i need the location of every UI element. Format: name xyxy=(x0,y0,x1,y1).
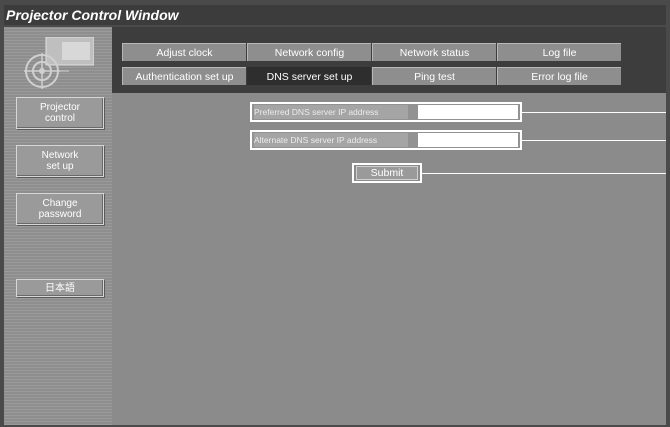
network-setup-button[interactable]: Network set up xyxy=(16,145,104,177)
projector-control-button[interactable]: Projector control xyxy=(16,97,104,129)
preferred-dns-label: Preferred DNS server IP address xyxy=(254,105,408,119)
projector-logo-icon xyxy=(24,37,94,89)
alternate-dns-input[interactable] xyxy=(418,133,518,147)
tab-log-file[interactable]: Log file xyxy=(497,43,621,61)
change-password-button[interactable]: Change password xyxy=(16,193,104,225)
tab-dns-server-setup[interactable]: DNS server set up xyxy=(247,67,371,85)
window-title: Projector Control Window xyxy=(4,5,666,25)
label-line-1: Projector xyxy=(39,102,80,113)
main-panel: Adjust clock Network config Network stat… xyxy=(112,27,666,425)
tab-ping-test[interactable]: Ping test xyxy=(372,67,496,85)
alternate-dns-label: Alternate DNS server IP address xyxy=(254,133,408,147)
alternate-dns-row: Alternate DNS server IP address xyxy=(250,130,522,150)
projector-control-label: Projector control xyxy=(40,102,80,124)
tab-authentication-setup[interactable]: Authentication set up xyxy=(122,67,246,85)
submit-button[interactable]: Submit xyxy=(356,166,418,180)
callout-line-submit xyxy=(422,173,666,174)
label-line-1: Network xyxy=(41,150,79,161)
tab-error-log-file[interactable]: Error log file xyxy=(497,67,621,85)
sidebar: Projector control Network set up Change … xyxy=(4,27,112,425)
japanese-language-button[interactable]: 日本語 xyxy=(16,279,104,297)
submit-highlight: Submit xyxy=(352,163,422,183)
tab-bar: Adjust clock Network config Network stat… xyxy=(112,27,666,93)
label-line-2: password xyxy=(38,209,82,220)
preferred-dns-row: Preferred DNS server IP address xyxy=(250,102,522,122)
change-password-label: Change password xyxy=(39,198,82,220)
projector-window: Projector Control Window Projector contr… xyxy=(0,0,670,427)
tab-adjust-clock[interactable]: Adjust clock xyxy=(122,43,246,61)
tab-network-config[interactable]: Network config xyxy=(247,43,371,61)
label-line-1: Change xyxy=(42,198,78,209)
japanese-language-label: 日本語 xyxy=(45,282,75,294)
dns-settings-content: Preferred DNS server IP address Alternat… xyxy=(112,93,666,425)
tab-network-status[interactable]: Network status xyxy=(372,43,496,61)
label-line-2: set up xyxy=(46,161,74,172)
network-setup-label: Network set up xyxy=(42,150,79,172)
label-line-2: control xyxy=(44,113,75,124)
preferred-dns-input[interactable] xyxy=(418,105,518,119)
callout-line-preferred xyxy=(522,112,666,113)
callout-line-alternate xyxy=(522,140,666,141)
